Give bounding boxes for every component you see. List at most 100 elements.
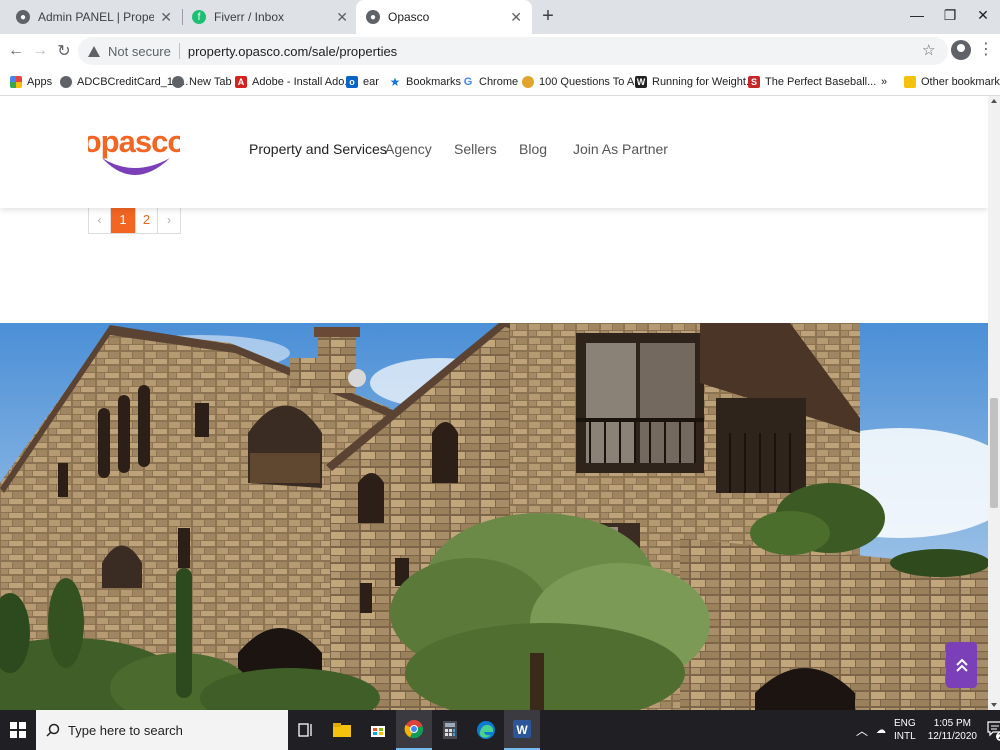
bookmark-ear[interactable]: o ear <box>346 74 379 90</box>
forward-button[interactable]: → <box>28 39 52 63</box>
globe-icon: ● <box>16 10 30 24</box>
nav-join-as-partner[interactable]: Join As Partner <box>573 141 668 157</box>
notification-count-badge: 21 <box>996 732 1000 741</box>
tab-admin-panel[interactable]: ● Admin PANEL | Property ✕ <box>6 0 182 34</box>
cookie-icon <box>522 76 534 88</box>
bookmark-chrome[interactable]: G Chrome <box>462 74 518 90</box>
bookmark-running[interactable]: W Running for Weight... <box>635 74 755 90</box>
restore-button[interactable]: ❐ <box>933 0 967 30</box>
bookmark-label: Running for Weight... <box>652 76 756 88</box>
globe-icon: ● <box>366 10 380 24</box>
close-window-button[interactable]: ✕ <box>966 0 1000 30</box>
calculator-button[interactable] <box>432 710 468 750</box>
language-bottom: INTL <box>894 731 916 742</box>
bookmark-apps[interactable]: Apps <box>10 74 52 90</box>
pagination-next[interactable]: › <box>158 206 180 233</box>
logo-wordmark: opasco <box>88 124 180 159</box>
tab-title: Admin PANEL | Property <box>38 10 155 24</box>
browser-toolbar: ← → ↻ Not secure property.opasco.com/sal… <box>0 34 1000 68</box>
search-placeholder: Type here to search <box>68 722 183 738</box>
pagination-page-2[interactable]: 2 <box>136 206 158 233</box>
scroll-to-top-button[interactable] <box>946 642 977 688</box>
bookmark-label: New Tab <box>189 76 232 88</box>
double-chevron-up-icon <box>955 658 968 672</box>
bookmarks-overflow[interactable]: » <box>881 74 887 90</box>
folder-icon <box>333 723 351 737</box>
language-top: ENG <box>894 718 916 729</box>
word-button[interactable]: W <box>504 710 540 750</box>
taskbar-search-box[interactable]: Type here to search <box>36 710 288 750</box>
page-scrollbar[interactable] <box>988 96 1000 710</box>
pagination: ‹ 1 2 › <box>88 206 181 234</box>
page-viewport: opasco Property and Services Agency Sell… <box>0 96 988 710</box>
bookmark-adcb[interactable]: ADCBCreditCard_17... <box>60 74 188 90</box>
outlook-icon: o <box>346 76 358 88</box>
s-icon: S <box>748 76 760 88</box>
scroll-down-arrow-icon[interactable] <box>991 703 997 707</box>
close-tab-icon[interactable]: ✕ <box>160 9 172 26</box>
stone-villa-photo <box>0 323 988 710</box>
bookmark-adobe[interactable]: A Adobe - Install Ado... <box>235 74 354 90</box>
bookmark-star-icon[interactable]: ☆ <box>922 41 935 59</box>
site-header: opasco Property and Services Agency Sell… <box>0 96 988 208</box>
chevron-up-icon[interactable]: ︿ <box>856 722 868 739</box>
close-tab-icon[interactable]: ✕ <box>336 9 348 26</box>
store-button[interactable] <box>360 710 396 750</box>
pagination-prev[interactable]: ‹ <box>89 206 111 233</box>
nav-agency[interactable]: Agency <box>385 141 432 157</box>
onedrive-icon[interactable]: ☁ <box>876 725 886 736</box>
new-tab-button[interactable]: + <box>537 6 559 28</box>
system-tray: ︿ ☁ ENG INTL 1:05 PM 12/11/2020 21 <box>856 710 1000 750</box>
clock[interactable]: 1:05 PM 12/11/2020 <box>928 717 977 743</box>
opasco-logo-mark: opasco <box>83 124 186 175</box>
globe-icon <box>60 76 72 88</box>
nav-sellers[interactable]: Sellers <box>454 141 497 157</box>
close-tab-icon[interactable]: ✕ <box>510 9 522 26</box>
nav-blog[interactable]: Blog <box>519 141 547 157</box>
profile-avatar[interactable] <box>951 40 971 60</box>
bookmark-label: Chrome <box>479 76 519 88</box>
address-bar[interactable]: Not secure property.opasco.com/sale/prop… <box>78 37 948 65</box>
folder-icon <box>904 76 916 88</box>
bookmark-label: Adobe - Install Ado... <box>252 76 354 88</box>
back-button[interactable]: ← <box>4 39 28 63</box>
action-center-button[interactable]: 21 <box>987 721 1000 741</box>
start-button[interactable] <box>0 710 36 750</box>
edge-button[interactable] <box>468 710 504 750</box>
bookmark-bookmarks[interactable]: ★ Bookmarks <box>389 74 461 90</box>
wp-icon: W <box>635 76 647 88</box>
hero-stone-villa-image <box>0 323 988 710</box>
file-explorer-button[interactable] <box>324 710 360 750</box>
bookmark-100-questions[interactable]: 100 Questions To A... <box>522 74 643 90</box>
pagination-page-1[interactable]: 1 <box>111 206 136 233</box>
opasco-logo[interactable]: opasco <box>83 118 186 180</box>
browser-menu-icon[interactable]: ⋮ <box>978 38 994 62</box>
bookmark-baseball[interactable]: S The Perfect Baseball... <box>748 74 876 90</box>
tab-title: Fiverr / Inbox <box>214 10 285 24</box>
nav-property-and-services[interactable]: Property and Services <box>249 141 387 157</box>
store-bag-icon <box>371 726 385 737</box>
scrollbar-thumb[interactable] <box>990 398 998 508</box>
windows-logo-icon <box>10 722 26 738</box>
bookmark-label: ear <box>363 76 379 88</box>
language-indicator[interactable]: ENG INTL <box>894 717 916 743</box>
tab-title: Opasco <box>388 10 430 24</box>
other-bookmarks[interactable]: Other bookmarks <box>904 74 1000 90</box>
tab-opasco[interactable]: ● Opasco ✕ <box>356 0 532 34</box>
logo-smile-swoosh <box>102 158 170 175</box>
word-icon: W <box>513 720 531 738</box>
edge-icon <box>477 721 495 739</box>
bookmark-new-tab[interactable]: New Tab <box>172 74 232 90</box>
search-icon <box>46 723 60 737</box>
minimize-button[interactable]: — <box>900 0 934 30</box>
url-text[interactable]: property.opasco.com/sale/properties <box>188 44 397 59</box>
scroll-up-arrow-icon[interactable] <box>991 99 997 103</box>
chrome-taskbar-button[interactable] <box>396 710 432 750</box>
reload-button[interactable]: ↻ <box>52 39 76 63</box>
task-view-button[interactable] <box>288 710 324 750</box>
fiverr-icon: f <box>192 10 206 24</box>
security-label[interactable]: Not secure <box>108 44 171 59</box>
chrome-icon <box>404 720 424 739</box>
tab-fiverr-inbox[interactable]: f Fiverr / Inbox ✕ <box>182 0 358 34</box>
warning-icon[interactable] <box>88 45 100 57</box>
